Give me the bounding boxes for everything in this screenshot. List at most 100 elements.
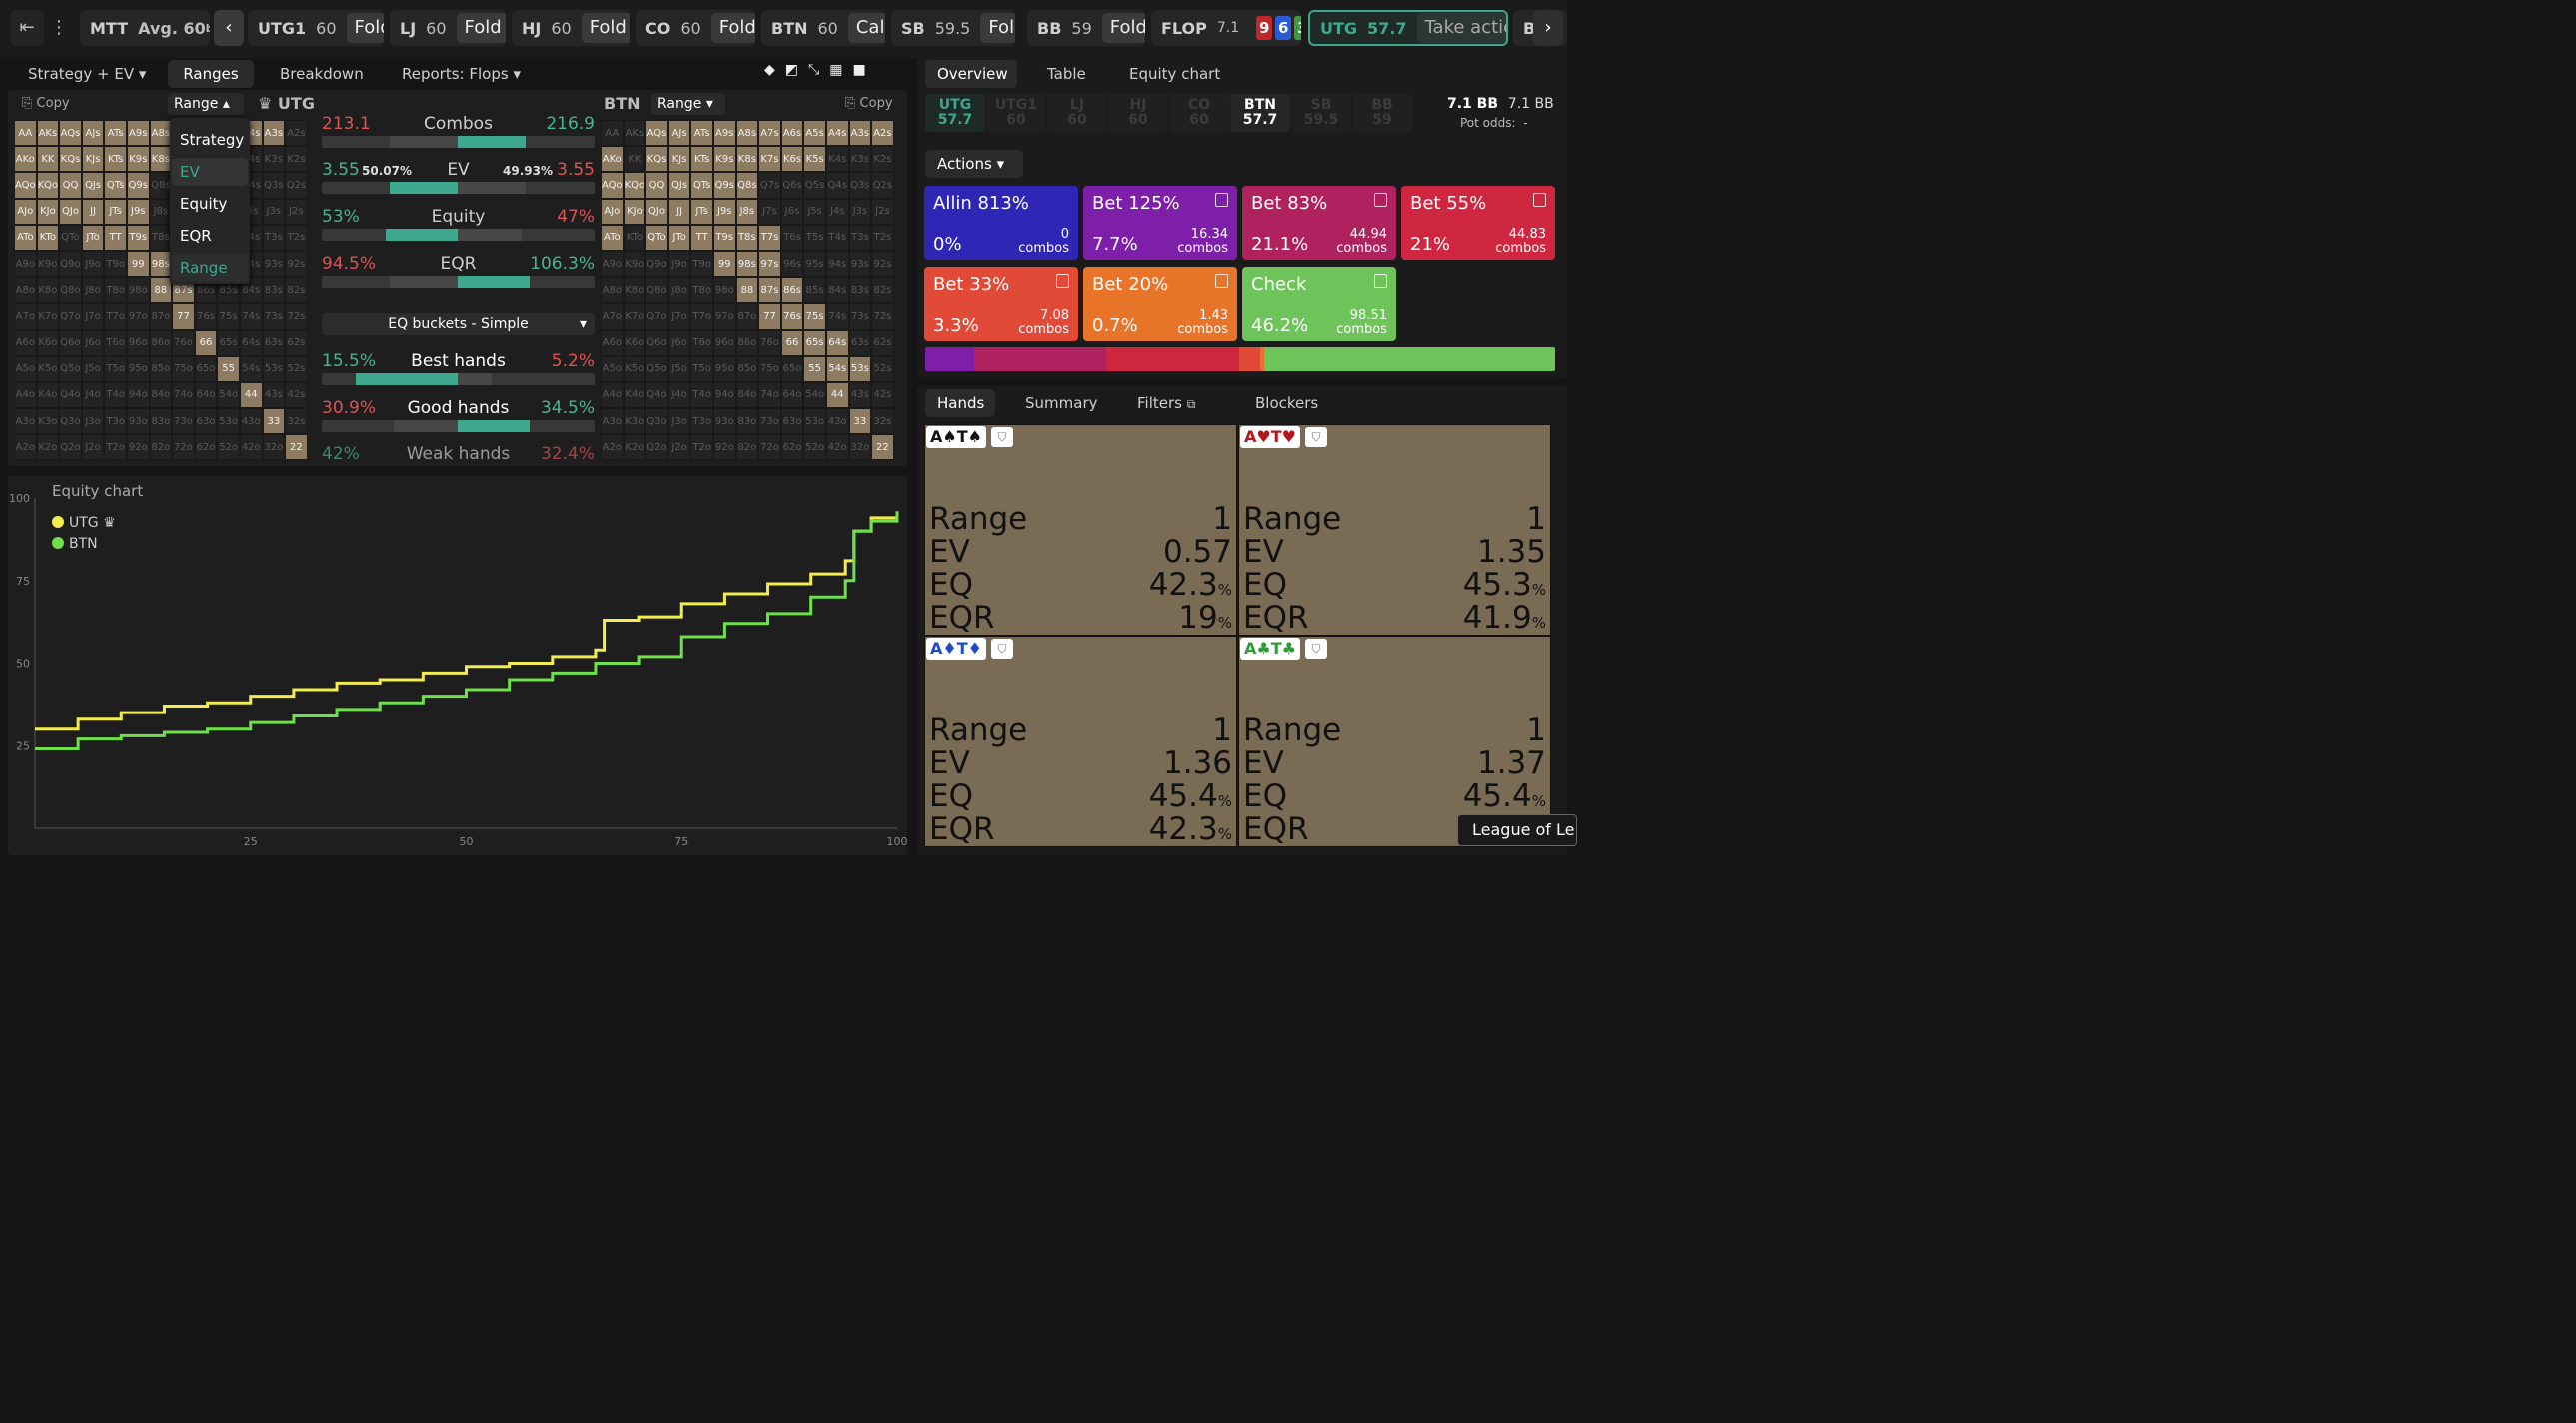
hand-cell[interactable]: 95s — [803, 250, 826, 278]
hand-cell[interactable]: KTo — [623, 224, 646, 251]
hand-cell[interactable]: 93s — [262, 250, 286, 278]
chevron-right-icon[interactable]: › — [1533, 10, 1563, 46]
hand-cell[interactable]: A2s — [285, 120, 308, 147]
hand-cell[interactable]: AJo — [14, 198, 37, 225]
hand-cell[interactable]: 97o — [712, 303, 736, 330]
hand-cell[interactable]: 85o — [735, 355, 759, 382]
hand-cell[interactable]: 43s — [848, 381, 872, 409]
hand-cell[interactable]: J4s — [825, 198, 849, 225]
hand-cell[interactable]: K7o — [36, 303, 60, 330]
hand-cell[interactable]: 72o — [758, 434, 781, 461]
hand-cell[interactable]: 87s — [758, 277, 781, 304]
hand-cell[interactable]: K6o — [623, 329, 646, 356]
hand-cell[interactable]: A3s — [262, 120, 286, 147]
hand-cell[interactable]: Q2s — [285, 172, 308, 199]
overview-position-hj[interactable]: HJ 60 — [1108, 94, 1168, 132]
tab-breakdown[interactable]: Breakdown — [268, 60, 376, 88]
hand-cell[interactable]: KQo — [623, 172, 646, 199]
hand-cell[interactable]: 97s — [758, 250, 781, 278]
hand-cell[interactable]: A3s — [848, 120, 872, 147]
hand-cell[interactable]: 22 — [285, 434, 308, 461]
action-tile-bet-125-[interactable]: Bet 125% 7.7% 16.34 combos — [1083, 186, 1237, 260]
hand-cell[interactable]: 87o — [149, 303, 173, 330]
hand-cell[interactable]: 92o — [712, 434, 736, 461]
hand-cell[interactable]: 73s — [848, 303, 872, 330]
hand-cell[interactable]: J6o — [667, 329, 691, 356]
hand-cell[interactable]: AKo — [14, 146, 37, 173]
hand-cell[interactable]: K8s — [149, 146, 173, 173]
hand-cell[interactable]: T5s — [803, 224, 826, 251]
details-icon[interactable] — [1533, 193, 1546, 207]
collapse-view-icon[interactable]: ⤡ — [808, 62, 819, 84]
hand-cell[interactable]: T9o — [690, 250, 713, 278]
hand-cell[interactable]: T3o — [690, 408, 713, 435]
hand-cell[interactable]: JTs — [690, 198, 713, 225]
hand-cell[interactable]: KJo — [36, 198, 60, 225]
hand-cell[interactable]: 94o — [712, 381, 736, 409]
hand-cell[interactable]: A5o — [14, 355, 37, 382]
hand-cell[interactable]: 83o — [149, 408, 173, 435]
hand-cell[interactable]: A7o — [14, 303, 37, 330]
hand-cell[interactable]: J8o — [81, 277, 105, 304]
eq-buckets-select[interactable]: EQ buckets - Simple ▾ — [322, 313, 595, 335]
hand-cell[interactable]: Q5o — [645, 355, 668, 382]
hand-cell[interactable]: J8o — [667, 277, 691, 304]
hand-cell[interactable]: 66 — [780, 329, 804, 356]
position-pill-btn[interactable]: BTN 60 Call — [761, 10, 885, 46]
hand-cell[interactable]: 32o — [262, 434, 286, 461]
hand-cell[interactable]: 72s — [285, 303, 308, 330]
hand-cell[interactable]: T2s — [871, 224, 894, 251]
hand-cell[interactable]: 54o — [803, 381, 826, 409]
hand-cell[interactable]: 84s — [825, 277, 849, 304]
hand-cell[interactable]: Q8s — [149, 172, 173, 199]
hand-cell[interactable]: T2o — [104, 434, 127, 461]
hand-cell[interactable]: A5s — [803, 120, 826, 147]
hand-cell[interactable]: T8s — [735, 224, 759, 251]
hand-cell[interactable]: Q3o — [645, 408, 668, 435]
hand-cell[interactable]: T8s — [149, 224, 173, 251]
hand-cell[interactable]: Q3o — [59, 408, 82, 435]
hand-cell[interactable]: 33 — [848, 408, 872, 435]
hand-cell[interactable]: J3o — [81, 408, 105, 435]
hand-cell[interactable]: A6o — [14, 329, 37, 356]
hand-cell[interactable]: J2o — [667, 434, 691, 461]
hand-cell[interactable]: 66 — [194, 329, 218, 356]
hand-cell[interactable]: K6o — [36, 329, 60, 356]
hand-cell[interactable]: QTs — [104, 172, 127, 199]
hand-cell[interactable]: K4o — [36, 381, 60, 409]
hand-cell[interactable]: 77 — [172, 303, 195, 330]
hand-cell[interactable]: K3o — [36, 408, 60, 435]
hand-cell[interactable]: 65s — [803, 329, 826, 356]
dropdown-item-equity[interactable]: Equity — [172, 190, 248, 218]
hand-cell[interactable]: Q7s — [758, 172, 781, 199]
hand-cell[interactable]: JJ — [81, 198, 105, 225]
hand-cell[interactable]: J2o — [81, 434, 105, 461]
hand-cell[interactable]: 32s — [285, 408, 308, 435]
hand-cell[interactable]: T4o — [690, 381, 713, 409]
hand-cell[interactable]: 54s — [239, 355, 263, 382]
hand-cell[interactable]: J3s — [848, 198, 872, 225]
hand-cell[interactable]: K9s — [126, 146, 150, 173]
hand-cell[interactable]: K9o — [36, 250, 60, 278]
hand-cell[interactable]: AJs — [667, 120, 691, 147]
hand-cell[interactable]: 74o — [758, 381, 781, 409]
hand-cell[interactable]: J3o — [667, 408, 691, 435]
hand-cell[interactable]: 42o — [239, 434, 263, 461]
tab-blockers[interactable]: Blockers — [1243, 389, 1330, 417]
hand-cell[interactable]: T9s — [126, 224, 150, 251]
hand-cell[interactable]: 75o — [172, 355, 195, 382]
hand-cell[interactable]: Q4o — [645, 381, 668, 409]
hand-cell[interactable]: 82s — [285, 277, 308, 304]
hand-cell[interactable]: Q4s — [825, 172, 849, 199]
hand-card[interactable]: A♥T♥ ⛉ Range 1 EV 1.35 EQ 45.3% EQR 41.9% — [1238, 424, 1551, 636]
tab-equity-chart[interactable]: Equity chart — [1117, 60, 1232, 88]
hand-cell[interactable]: 32s — [871, 408, 894, 435]
hand-cell[interactable]: 53o — [803, 408, 826, 435]
hand-cell[interactable]: Q9s — [712, 172, 736, 199]
hand-cell[interactable]: 55 — [217, 355, 240, 382]
hand-cell[interactable]: A2o — [601, 434, 624, 461]
action-tile-bet-55-[interactable]: Bet 55% 21% 44.83 combos — [1401, 186, 1555, 260]
hand-cell[interactable]: 73o — [758, 408, 781, 435]
hand-cell[interactable]: T9s — [712, 224, 736, 251]
hand-cell[interactable]: AA — [14, 120, 37, 147]
